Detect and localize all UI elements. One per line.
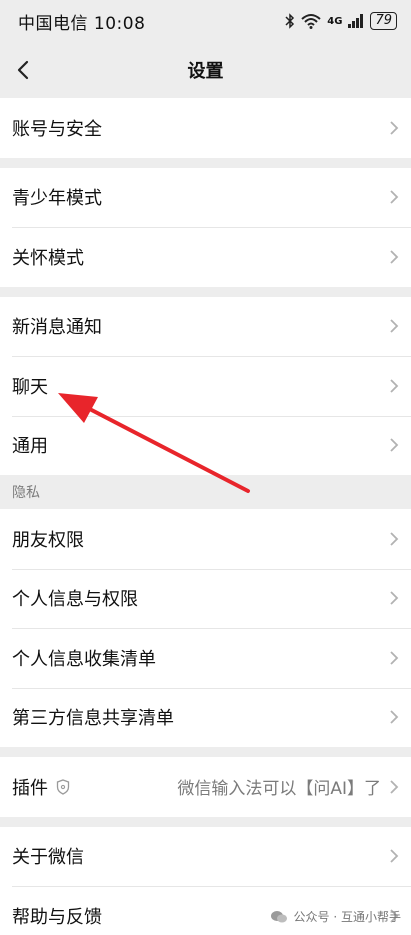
chevron-right-icon xyxy=(390,319,399,333)
battery-indicator: 79 xyxy=(370,12,397,30)
status-time: 10:08 xyxy=(93,13,146,34)
chevron-right-icon xyxy=(390,710,399,724)
chevron-right-icon xyxy=(390,591,399,605)
carrier-name: 中国电信 xyxy=(18,13,88,34)
group-general: 新消息通知 聊天 通用 xyxy=(0,296,411,475)
row-care-mode[interactable]: 关怀模式 xyxy=(0,227,411,287)
group-plugins: 插件 微信输入法可以【问AI】了 xyxy=(0,757,411,817)
back-chevron-icon[interactable] xyxy=(10,56,38,84)
chevron-right-icon xyxy=(390,121,399,135)
row-new-message-notification[interactable]: 新消息通知 xyxy=(0,296,411,356)
row-label: 关怀模式 xyxy=(12,247,84,269)
status-left: 中国电信 10:08 xyxy=(18,9,145,34)
row-label: 账号与安全 xyxy=(12,118,102,140)
status-bar: 中国电信 10:08 4G 79 xyxy=(0,0,411,42)
watermark: 公众号 · 互通小帮手 xyxy=(270,908,401,925)
chevron-right-icon xyxy=(390,379,399,393)
bluetooth-icon xyxy=(285,13,295,29)
row-label: 个人信息与权限 xyxy=(12,589,138,611)
row-chat[interactable]: 聊天 xyxy=(0,356,411,416)
group-account: 账号与安全 xyxy=(0,98,411,158)
row-label: 青少年模式 xyxy=(12,188,102,210)
plugins-right: 微信输入法可以【问AI】了 xyxy=(177,774,401,799)
watermark-text: 公众号 · 互通小帮手 xyxy=(293,910,401,924)
row-label: 第三方信息共享清单 xyxy=(12,708,174,730)
status-icons: 4G 79 xyxy=(285,12,397,30)
shield-icon xyxy=(56,779,70,795)
chevron-right-icon xyxy=(390,190,399,204)
section-header-privacy: 隐私 xyxy=(0,475,411,509)
chevron-right-icon xyxy=(390,532,399,546)
row-label: 帮助与反馈 xyxy=(12,906,102,928)
chevron-right-icon xyxy=(390,651,399,665)
row-third-party-sharing-list[interactable]: 第三方信息共享清单 xyxy=(0,687,411,747)
chevron-right-icon xyxy=(390,849,399,863)
chevron-right-icon xyxy=(390,250,399,264)
network-type: 4G xyxy=(327,15,343,27)
row-label: 聊天 xyxy=(12,376,48,398)
group-gap xyxy=(0,747,411,757)
signal-icon xyxy=(348,14,364,28)
row-label: 新消息通知 xyxy=(12,317,102,339)
row-youth-mode[interactable]: 青少年模式 xyxy=(0,167,411,227)
row-label: 插件 xyxy=(12,777,48,799)
row-friend-permissions[interactable]: 朋友权限 xyxy=(0,509,411,569)
plugins-value: 微信输入法可以【问AI】了 xyxy=(177,779,381,800)
row-plugins[interactable]: 插件 微信输入法可以【问AI】了 xyxy=(0,757,411,817)
row-general[interactable]: 通用 xyxy=(0,415,411,475)
row-about-wechat[interactable]: 关于微信 xyxy=(0,826,411,886)
group-gap xyxy=(0,157,411,168)
row-label: 通用 xyxy=(12,436,48,458)
group-gap xyxy=(0,816,411,827)
chevron-right-icon xyxy=(390,438,399,452)
row-label: 朋友权限 xyxy=(12,529,84,551)
row-personal-info-collection-list[interactable]: 个人信息收集清单 xyxy=(0,628,411,688)
row-label: 关于微信 xyxy=(12,847,84,869)
row-account-security[interactable]: 账号与安全 xyxy=(0,98,411,158)
page-title: 设置 xyxy=(187,61,224,82)
wechat-icon xyxy=(270,910,287,922)
group-youth: 青少年模式 关怀模式 xyxy=(0,167,411,287)
nav-bar: 设置 xyxy=(0,42,411,98)
wifi-icon xyxy=(301,14,321,29)
plugins-label-wrap: 插件 xyxy=(12,774,70,800)
chevron-right-icon xyxy=(390,780,399,794)
group-gap xyxy=(0,286,411,297)
row-label: 个人信息收集清单 xyxy=(12,648,156,670)
row-personal-info-permissions[interactable]: 个人信息与权限 xyxy=(0,568,411,628)
group-privacy: 朋友权限 个人信息与权限 个人信息收集清单 第三方信息共享清单 xyxy=(0,509,411,747)
